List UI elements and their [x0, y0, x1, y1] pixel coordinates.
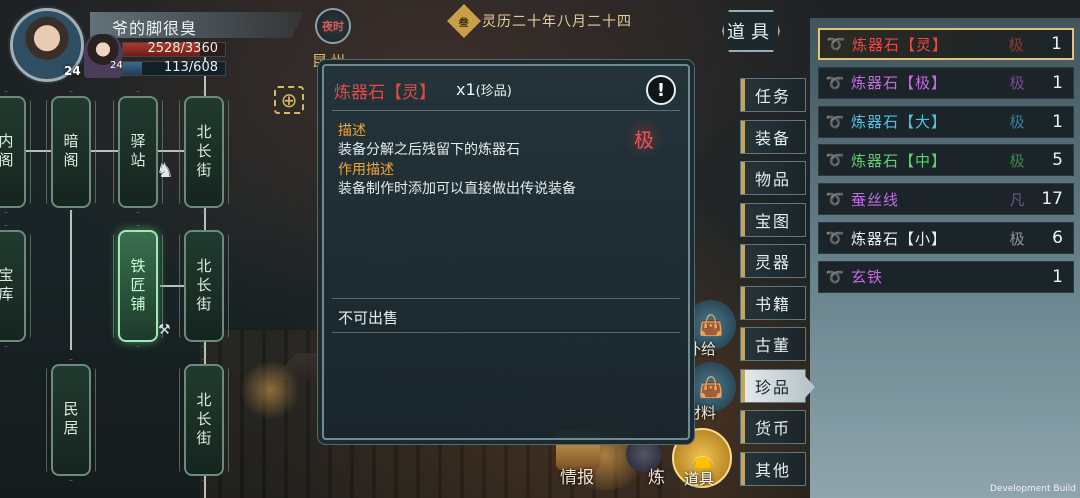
zoom-icon[interactable]: ⊕	[274, 86, 304, 114]
item-quantity: x1(珍品)	[456, 80, 512, 99]
item-type-icon: ➰	[825, 151, 845, 170]
item-type-icon: ➰	[825, 73, 845, 92]
item-count: 1	[1052, 266, 1063, 287]
item-grade: 极	[1009, 229, 1025, 248]
date-seal-icon: 叁	[447, 4, 481, 38]
sale-note: 不可出售	[338, 309, 399, 327]
dev-build-label: Development Build	[989, 484, 1076, 494]
map-node-north-street[interactable]: 北长街	[184, 230, 224, 342]
item-name: 炼器石【中】	[851, 151, 948, 170]
tab-7[interactable]: 珍品	[740, 368, 815, 403]
usage-heading: 作用描述	[338, 162, 394, 178]
list-item[interactable]: ➰ 玄铁 1	[818, 260, 1074, 293]
companion-avatar[interactable]	[84, 34, 122, 78]
tab-5[interactable]: 书籍	[740, 285, 806, 320]
companion-level: 24	[110, 60, 123, 71]
item-name: 炼器石【大】	[851, 113, 948, 132]
item-type-icon: ➰	[825, 112, 845, 131]
tab-0[interactable]: 任务	[740, 78, 806, 112]
hp-text: 2528/3360	[147, 41, 218, 56]
map-road	[70, 210, 72, 350]
item-name: 炼器石【极】	[851, 74, 948, 93]
player-level: 24	[64, 64, 81, 78]
lantern-glow	[240, 360, 300, 420]
map-node-inner-pavilion[interactable]: 内阁	[0, 96, 26, 208]
divider	[332, 332, 680, 333]
item-name: 蚕丝线	[851, 190, 900, 209]
divider	[332, 298, 680, 299]
list-item[interactable]: ➰ 炼器石【小】 极 6	[818, 222, 1074, 254]
item-count: 6	[1052, 228, 1063, 248]
list-item[interactable]: ➰ 炼器石【大】 极 1	[818, 105, 1074, 138]
map-node-dark-pavilion[interactable]: 暗阁	[51, 96, 91, 208]
item-name: 炼器石【灵】	[852, 35, 949, 54]
item-count: 5	[1052, 150, 1063, 171]
items-label: 道具	[684, 470, 715, 488]
map-node-blacksmith[interactable]: 铁匠铺	[118, 230, 158, 342]
list-item[interactable]: ➰ 炼器石【灵】 极 1	[818, 28, 1074, 60]
craft-label: 炼	[648, 468, 665, 488]
item-type-icon: ➰	[825, 190, 845, 209]
player-name: 爷的脚很臭	[112, 19, 198, 38]
map-node-north-street[interactable]: 北长街	[184, 96, 224, 208]
intel-label: 情报	[560, 468, 594, 488]
inventory-title: 道具	[722, 10, 780, 52]
hammer-icon: ⚒	[158, 322, 171, 338]
map-node-post-station[interactable]: 驿站	[118, 96, 158, 208]
material-label: 材料	[686, 404, 717, 422]
item-grade: 极	[1008, 35, 1024, 54]
divider	[332, 110, 680, 111]
item-grade: 极	[1009, 113, 1025, 132]
item-title: 炼器石【灵】	[334, 83, 436, 103]
item-grade: 极	[1009, 74, 1025, 93]
map-node-treasury[interactable]: 宝库	[0, 230, 26, 342]
tab-6[interactable]: 古董	[740, 327, 806, 361]
item-type-icon: ➰	[826, 35, 846, 53]
description-heading: 描述	[338, 123, 366, 139]
tab-2[interactable]: 物品	[740, 161, 806, 195]
item-type-icon: ➰	[825, 229, 845, 247]
item-count: 17	[1041, 189, 1063, 210]
grade-tag: 极	[624, 118, 664, 158]
list-item[interactable]: ➰ 炼器石【极】 极 1	[818, 66, 1074, 99]
tab-4[interactable]: 灵器	[740, 244, 806, 278]
item-count: 1	[1051, 34, 1062, 54]
player-profile[interactable]: 24 24 爷的脚很臭 2528/3360 113/608	[4, 4, 314, 84]
mp-text: 113/608	[163, 60, 218, 75]
list-item[interactable]: ➰ 炼器石【中】 极 5	[818, 144, 1074, 177]
tab-3[interactable]: 宝图	[740, 202, 806, 237]
supply-label: 补给	[686, 340, 717, 358]
map-node-north-street[interactable]: 北长街	[184, 364, 224, 476]
calendar-date: 叁 灵历二十年八月二十四	[447, 4, 632, 38]
description-text: 装备分解之后残留下的炼器石	[338, 142, 520, 158]
item-detail-popup: 炼器石【灵】 x1(珍品) ! 极 描述 装备分解之后残留下的炼器石 作用描述 …	[322, 64, 690, 440]
item-name: 炼器石【小】	[851, 229, 948, 248]
item-type-icon: ➰	[825, 267, 845, 286]
time-of-day-badge[interactable]: 夜时	[315, 8, 351, 44]
tab-9[interactable]: 其他	[740, 451, 806, 486]
item-name: 玄铁	[851, 268, 884, 287]
map-node-residence[interactable]: 民居	[51, 364, 91, 476]
usage-text: 装备制作时添加可以直接做出传说装备	[338, 181, 576, 197]
info-icon[interactable]: !	[646, 75, 676, 105]
item-count: 1	[1052, 111, 1063, 132]
item-count: 1	[1052, 72, 1063, 93]
tab-1[interactable]: 装备	[740, 119, 806, 154]
npc-figure-icon[interactable]: ♞	[156, 158, 174, 182]
item-grade: 凡	[1009, 190, 1025, 209]
game-scene: 内阁 暗阁 驿站 北长街 宝库 铁匠铺 北长街 民居 北长街 ♞ ⚒ 24 24…	[0, 0, 1080, 498]
list-item[interactable]: ➰ 蚕丝线 凡 17	[818, 183, 1074, 216]
date-text: 灵历二十年八月二十四	[482, 14, 632, 30]
tab-8[interactable]: 货币	[740, 410, 806, 444]
item-grade: 极	[1009, 151, 1025, 170]
